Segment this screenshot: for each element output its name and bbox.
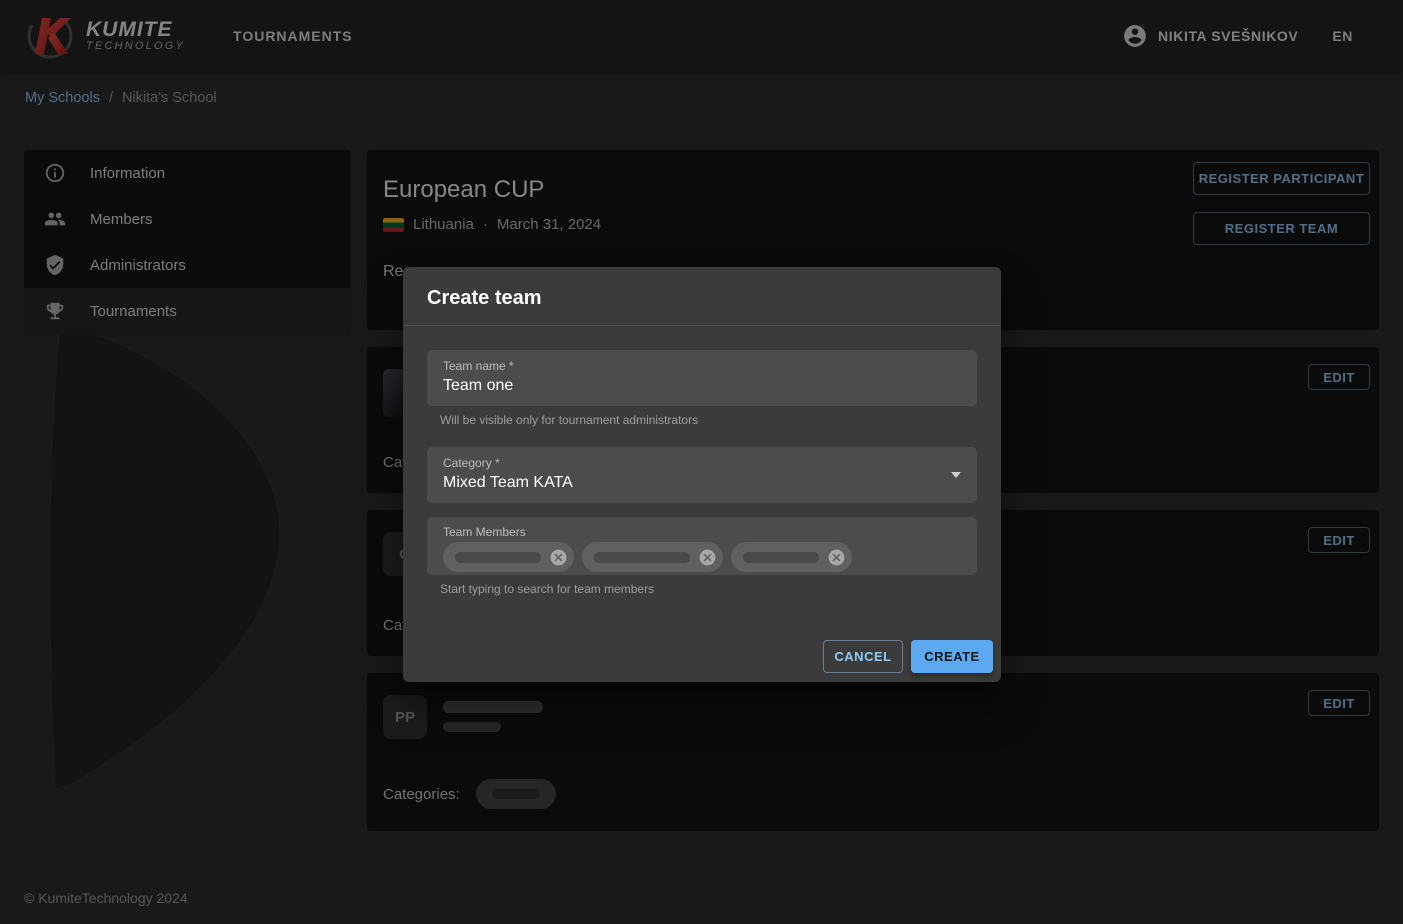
member-chip-redacted[interactable] (731, 542, 852, 572)
create-button[interactable]: CREATE (911, 640, 993, 673)
team-name-field[interactable]: Team name * Team one (427, 350, 977, 406)
redacted-text (594, 552, 690, 563)
team-name-group: Team name * Team one Will be visible onl… (427, 350, 977, 427)
team-members-group: Team Members (427, 517, 977, 596)
team-members-field[interactable]: Team Members (427, 517, 977, 575)
dialog-body: Team name * Team one Will be visible onl… (403, 326, 1001, 596)
chip-delete-icon[interactable] (827, 548, 846, 567)
team-name-value: Team one (443, 377, 961, 395)
create-team-dialog: Create team Team name * Team one Will be… (403, 267, 1001, 682)
page: KUMITE TECHNOLOGY TOURNAMENTS NIKITA SVE… (0, 0, 1403, 924)
category-value: Mixed Team KATA (443, 474, 961, 492)
team-members-label: Team Members (443, 525, 965, 539)
team-members-helper: Start typing to search for team members (440, 582, 977, 596)
chip-delete-icon[interactable] (698, 548, 717, 567)
member-chip-redacted[interactable] (443, 542, 574, 572)
redacted-text (455, 552, 541, 563)
category-select[interactable]: Category * Mixed Team KATA (427, 447, 977, 503)
dialog-title: Create team (403, 267, 1001, 326)
member-chip-redacted[interactable] (582, 542, 723, 572)
redacted-text (743, 552, 819, 563)
category-group: Category * Mixed Team KATA (427, 447, 977, 503)
category-label: Category * (443, 456, 961, 470)
team-name-helper: Will be visible only for tournament admi… (440, 413, 977, 427)
chevron-down-icon (951, 472, 961, 478)
dialog-actions: CANCEL CREATE (403, 616, 1001, 682)
team-name-label: Team name * (443, 359, 961, 373)
cancel-button[interactable]: CANCEL (823, 640, 903, 673)
chip-delete-icon[interactable] (549, 548, 568, 567)
team-members-chips (443, 542, 965, 572)
